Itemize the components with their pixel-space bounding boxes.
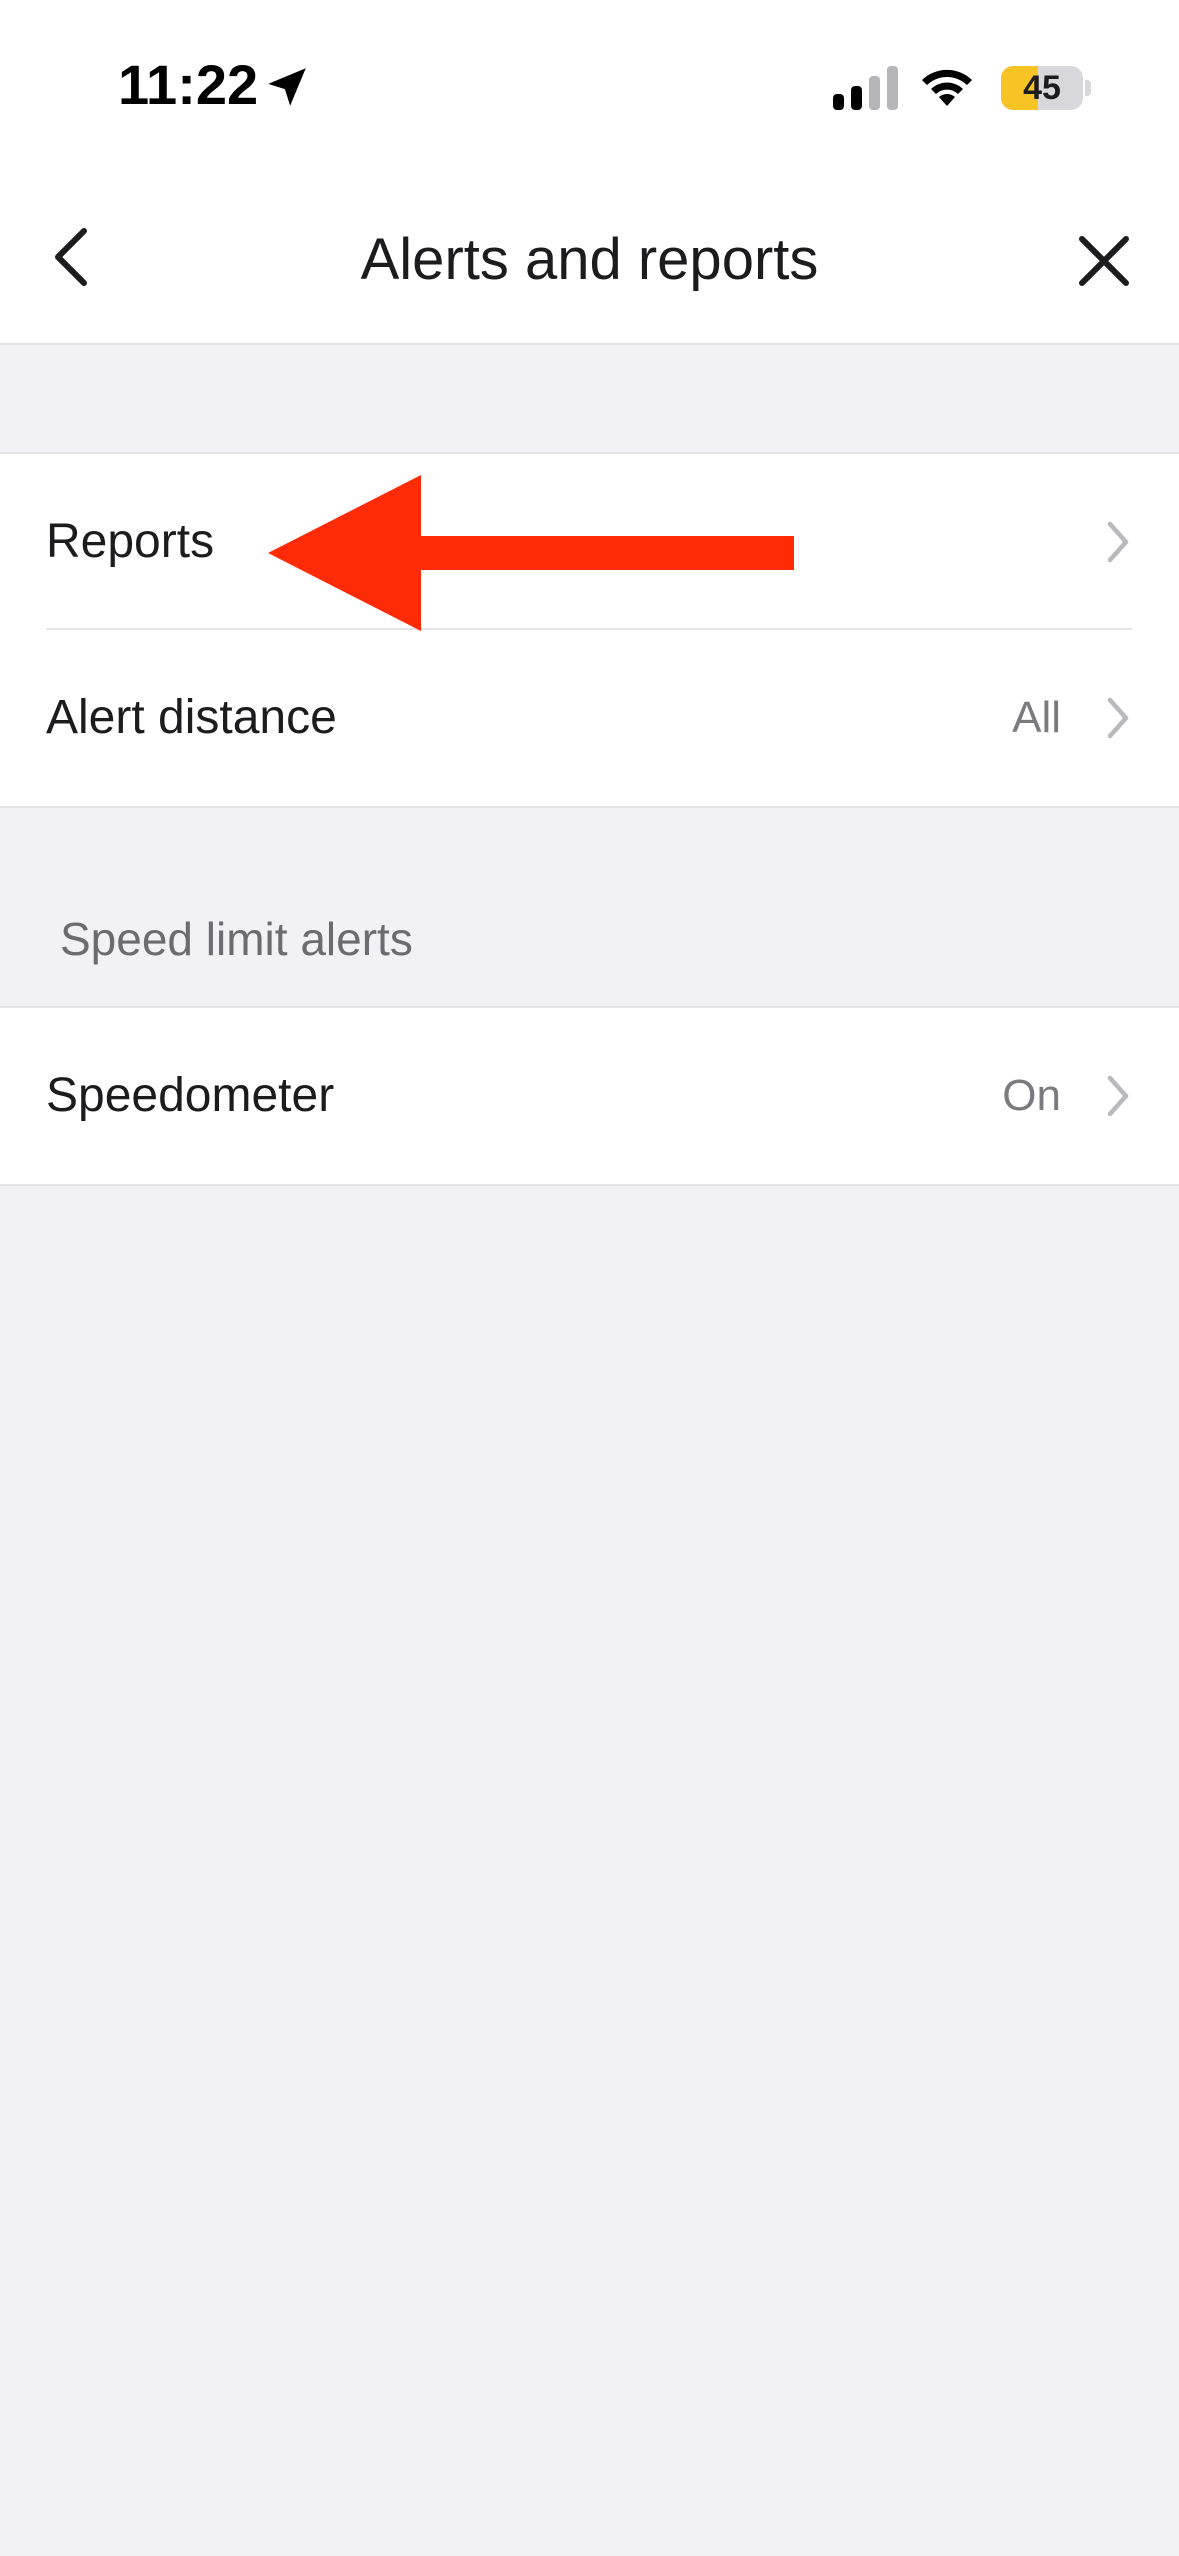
close-button[interactable] — [1070, 227, 1138, 295]
battery-icon: 45 — [1001, 66, 1083, 110]
chevron-right-icon — [1107, 1075, 1129, 1117]
battery-percentage: 45 — [1023, 69, 1061, 107]
alert-distance-value: All — [1012, 693, 1061, 742]
battery-cap — [1085, 80, 1091, 96]
location-arrow-icon — [268, 68, 306, 106]
speedometer-value: On — [1002, 1071, 1061, 1120]
reports-label: Reports — [46, 515, 215, 568]
screen: 11:22 45 Alerts and reports Reports Aler… — [0, 0, 1179, 2556]
settings-group-speed-limit: Speedometer On — [0, 1006, 1179, 1186]
status-time: 11:22 — [118, 53, 259, 116]
red-arrow-annotation — [268, 475, 794, 631]
page-title: Alerts and reports — [360, 227, 819, 292]
alert-distance-row[interactable]: Alert distance All — [0, 630, 1179, 806]
section-header-speed-limit-alerts: Speed limit alerts — [60, 913, 413, 965]
status-bar: 11:22 45 — [0, 0, 1179, 175]
speedometer-row[interactable]: Speedometer On — [0, 1008, 1179, 1184]
alert-distance-label: Alert distance — [46, 691, 337, 744]
speedometer-label: Speedometer — [46, 1069, 335, 1122]
chevron-right-icon — [1107, 697, 1129, 739]
cellular-signal-icon — [833, 66, 898, 110]
navigation-bar: Alerts and reports — [0, 175, 1179, 345]
wifi-icon — [922, 69, 972, 106]
chevron-right-icon — [1107, 521, 1129, 563]
